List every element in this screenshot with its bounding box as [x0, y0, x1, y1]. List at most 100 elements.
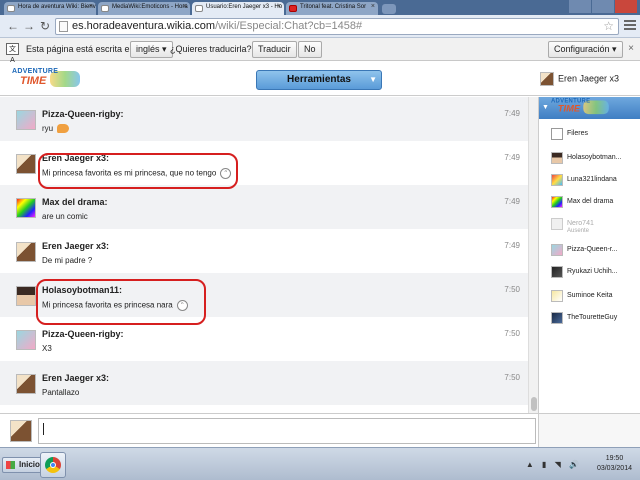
back-arrow-icon[interactable]: ← [6, 19, 20, 33]
user-list: ▼ ADVENTURE TIME Fileres Holasoybotman..… [538, 97, 640, 413]
message-author[interactable]: Max del drama: [42, 197, 108, 207]
avatar[interactable] [16, 242, 36, 262]
message-author[interactable]: Pizza-Queen-rigby: [42, 329, 124, 339]
wikia-icon [101, 5, 109, 12]
close-window-button[interactable] [615, 0, 637, 13]
message-author[interactable]: Eren Jaeger x3: [42, 241, 109, 251]
language-select[interactable]: inglés ▾ [130, 41, 173, 58]
avatar[interactable] [16, 154, 36, 174]
adventure-time-logo[interactable]: ADVENTURE TIME [12, 68, 84, 90]
message-time: 7:49 [504, 197, 520, 206]
highlight-circle [36, 279, 206, 325]
translate-settings-button[interactable]: Configuración ▾ [548, 41, 623, 58]
chat-scrollbar[interactable] [528, 97, 538, 413]
reload-icon[interactable]: ↻ [38, 19, 52, 33]
address-path: /wiki/Especial:Chat?cb=1458# [215, 20, 363, 32]
tools-dropdown[interactable]: Herramientas ▼ [256, 70, 382, 90]
browser-menu-icon[interactable] [624, 20, 636, 32]
user-list-item[interactable]: Holasoybotman... [551, 151, 640, 171]
message-time: 7:50 [504, 285, 520, 294]
avatar [551, 266, 563, 278]
browser-tab[interactable]: Tritonal feat. Cristina Sor × [286, 2, 378, 15]
message-text: De mi padre ? [42, 256, 93, 265]
chat-message: Eren Jaeger x3: Pantallazo 7:50 [0, 361, 528, 405]
avatar [551, 152, 563, 164]
tab-close-icon[interactable]: × [89, 3, 93, 10]
adventure-time-logo: ADVENTURE TIME [551, 98, 612, 117]
forward-arrow-icon[interactable]: → [22, 19, 36, 33]
translate-infobar: 文A Esta página está escrita en inglés ▾ … [0, 38, 640, 64]
user-list-item[interactable]: Pizza-Queen-r... [551, 243, 640, 263]
browser-tab[interactable]: MediaWiki:Emoticons - Hora × [98, 2, 190, 15]
avatar[interactable] [16, 110, 36, 130]
minimize-button[interactable] [569, 0, 591, 13]
chat-header: ADVENTURE TIME Herramientas ▼ Eren Jaege… [0, 62, 640, 96]
message-author[interactable]: Pizza-Queen-rigby: [42, 109, 124, 119]
translate-question: ¿Quieres traducirla? [170, 44, 252, 54]
new-tab-button[interactable] [382, 4, 396, 14]
avatar [10, 420, 32, 442]
taskbar-clock[interactable]: 19:50 03/03/2014 [597, 454, 632, 474]
user-list-header[interactable]: ▼ ADVENTURE TIME [539, 97, 640, 119]
tools-label: Herramientas [287, 74, 351, 85]
avatar [551, 196, 563, 208]
avatar[interactable] [16, 330, 36, 350]
wikia-icon [195, 5, 203, 12]
page-icon [59, 21, 68, 32]
os-taskbar: Inicio ▲ ▮ ◥ 🔊 19:50 03/03/2014 [0, 447, 640, 480]
clock-date: 03/03/2014 [596, 465, 632, 472]
user-list-item[interactable]: Ryukazi Uchih... [551, 265, 640, 285]
chat-message: Max del drama: are un comic 7:49 [0, 185, 528, 229]
tab-close-icon[interactable]: × [371, 3, 375, 10]
message-time: 7:49 [504, 109, 520, 118]
translate-button[interactable]: Traducir [252, 41, 297, 58]
tab-title: Tritonal feat. Cristina Sor [300, 4, 367, 10]
user-name: Fileres [567, 130, 589, 137]
browser-tab-active[interactable]: Usuario:Eren Jaeger x3 - Ho × [192, 2, 284, 15]
current-user-name: Eren Jaeger x3 [558, 73, 620, 84]
address-bar[interactable]: es.horadeaventura.wikia.com/wiki/Especia… [55, 18, 619, 35]
address-host: es.horadeaventura.wikia.com [72, 20, 216, 32]
chat-message-list[interactable]: Pizza-Queen-rigby: ryu 7:49 Eren Jaeger … [0, 97, 528, 413]
user-name: Holasoybotman... [567, 154, 622, 161]
user-list-item[interactable]: Max del drama [551, 195, 640, 215]
translate-settings-label: Configuración [554, 44, 610, 54]
user-list-item[interactable]: Suminoe Keita [551, 289, 640, 309]
wikia-icon [7, 5, 15, 12]
scrollbar-thumb[interactable] [531, 397, 537, 411]
bookmark-star-icon[interactable]: ☆ [603, 19, 614, 34]
tab-title: MediaWiki:Emoticons - Hora [112, 4, 188, 10]
browser-tab-strip: Hora de aventura Wiki: Bienv × MediaWiki… [0, 0, 640, 15]
user-list-item[interactable]: Luna321lindana [551, 173, 640, 193]
start-button[interactable]: Inicio [2, 457, 45, 473]
avatar[interactable] [16, 286, 36, 306]
user-name: Ryukazi Uchih... [567, 268, 618, 275]
user-name: Nero741 [567, 220, 594, 227]
current-user[interactable]: Eren Jaeger x3 [540, 72, 619, 86]
maximize-button[interactable] [592, 0, 614, 13]
chrome-taskbar-button[interactable] [40, 452, 66, 478]
avatar[interactable] [16, 374, 36, 394]
user-name: Luna321lindana [567, 176, 617, 183]
message-time: 7:49 [504, 153, 520, 162]
browser-tab[interactable]: Hora de aventura Wiki: Bienv × [4, 2, 96, 15]
close-infobar-icon[interactable]: × [628, 43, 634, 54]
chevron-down-icon[interactable]: ▼ [542, 104, 549, 111]
message-author[interactable]: Eren Jaeger x3: [42, 373, 109, 383]
avatar[interactable] [16, 198, 36, 218]
system-tray[interactable]: ▲ ▮ ◥ 🔊 [526, 460, 582, 469]
screen: Hora de aventura Wiki: Bienv × MediaWiki… [0, 0, 640, 480]
logo-text: TIME [20, 75, 47, 87]
tab-close-icon[interactable]: × [277, 3, 281, 10]
tab-close-icon[interactable]: × [183, 3, 187, 10]
user-list-item[interactable]: Nero741 Ausente [551, 217, 640, 237]
no-translate-button[interactable]: No [298, 41, 322, 58]
window-controls [568, 0, 638, 14]
user-name: TheTouretteGuy [567, 314, 618, 321]
user-list-item[interactable]: TheTouretteGuy [551, 311, 640, 331]
chat-message-input[interactable] [38, 418, 536, 444]
message-text: are un comic [42, 212, 88, 221]
logo-text: TIME [557, 103, 581, 115]
user-list-item[interactable]: Fileres [551, 127, 640, 147]
translate-message: Esta página está escrita en [26, 44, 135, 54]
